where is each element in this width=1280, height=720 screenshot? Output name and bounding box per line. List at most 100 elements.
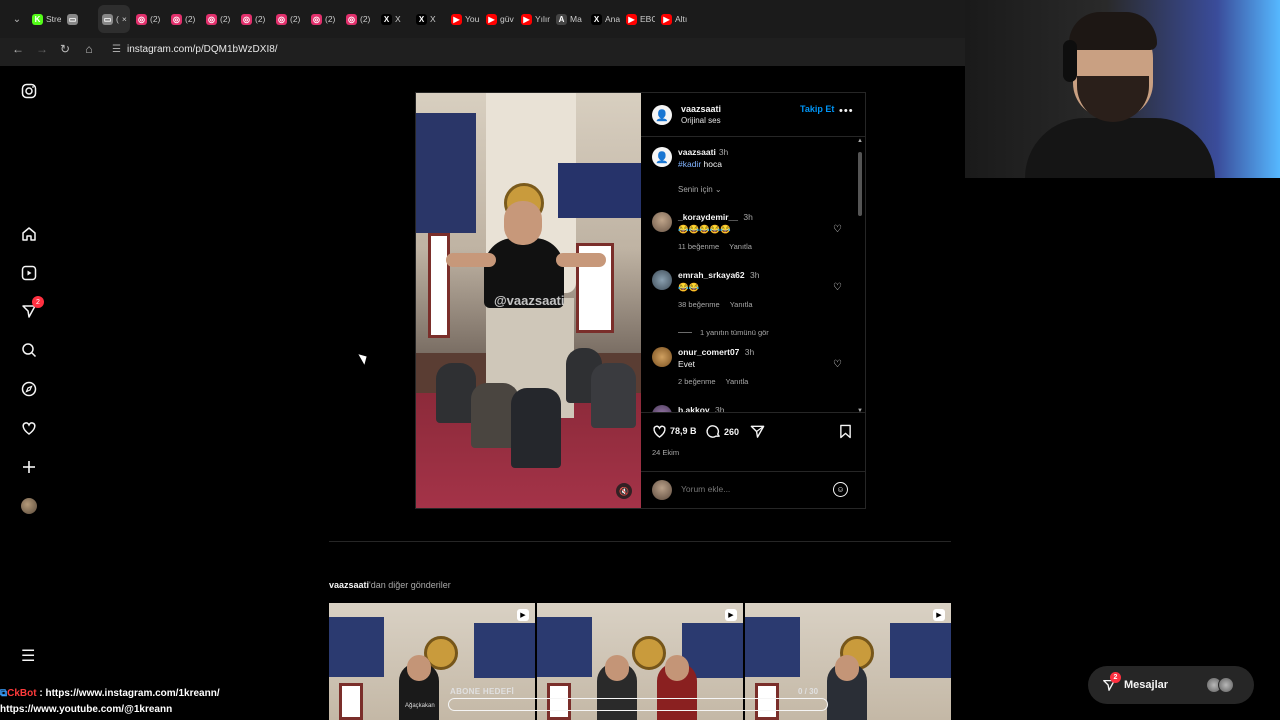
commenter-username[interactable]: b.akkoy 3h xyxy=(678,405,725,412)
browser-tab[interactable]: ▶ You xyxy=(447,5,480,33)
comment-like-icon[interactable]: ♡ xyxy=(833,282,842,293)
messages-nav-icon[interactable]: 2 xyxy=(20,296,44,320)
more-options-icon[interactable]: ••• xyxy=(839,105,854,117)
comment-like-icon[interactable]: ♡ xyxy=(833,224,842,235)
browser-tab[interactable]: K Stre xyxy=(28,5,61,33)
commenter-avatar[interactable] xyxy=(652,347,672,367)
close-tab-icon[interactable]: × xyxy=(122,14,127,24)
browser-tab[interactable]: XX xyxy=(377,5,410,33)
messages-button[interactable]: 2 Mesajlar xyxy=(1088,666,1254,704)
browser-tab[interactable]: ◎ (2) xyxy=(132,5,165,33)
video-watermark: @vaazsaati xyxy=(494,293,565,308)
save-button[interactable] xyxy=(839,424,852,439)
browser-tab[interactable]: ▶ Yılın xyxy=(517,5,550,33)
instagram-icon: ◎ xyxy=(241,13,252,25)
search-icon[interactable] xyxy=(20,341,38,359)
commenter-username[interactable]: _koraydemir__ 3h xyxy=(678,212,753,222)
reel-icon: ▶ xyxy=(933,609,945,621)
follow-button[interactable]: Takip Et xyxy=(800,104,834,114)
instagram-sidebar: 2 xyxy=(0,66,60,720)
comments-list[interactable]: 👤 vaazsaati 3h #kadir hoca Senin için ⌄ _… xyxy=(641,138,865,413)
comments-scrollbar[interactable]: ▲ ▼ xyxy=(857,138,863,412)
browser-tab[interactable]: ▶ güv xyxy=(482,5,515,33)
commenter-username[interactable]: onur_comert07 3h xyxy=(678,347,754,357)
reel-icon: ▶ xyxy=(517,609,529,621)
audio-label[interactable]: Orijinal ses xyxy=(681,116,721,125)
browser-tab-label: (2) xyxy=(150,14,161,24)
comment-sort-dropdown[interactable]: Senin için ⌄ xyxy=(678,185,722,194)
browser-tab[interactable]: A Ma xyxy=(552,5,585,33)
browser-tab[interactable]: X Ana xyxy=(587,5,620,33)
browser-tab-label: (2) xyxy=(325,14,336,24)
browser-tab[interactable]: ▶ EBC xyxy=(622,5,655,33)
post-date[interactable]: 24 Ekim xyxy=(652,448,679,457)
commenter-avatar[interactable] xyxy=(652,405,672,412)
more-posts-username[interactable]: vaazsaati xyxy=(329,580,369,590)
instagram-logo-icon[interactable] xyxy=(20,82,38,100)
comment-likes[interactable]: 11 beğenme xyxy=(678,242,719,251)
reply-button[interactable]: Yanıtla xyxy=(726,377,749,386)
a-icon: A xyxy=(556,13,567,25)
forward-icon[interactable]: → xyxy=(36,42,48,56)
browser-tab-label: ( xyxy=(116,14,119,24)
back-icon[interactable]: ← xyxy=(12,42,24,56)
congregant xyxy=(591,363,636,428)
view-replies-link[interactable]: 1 yanıtın tümünü gör xyxy=(678,328,769,337)
author-avatar[interactable]: 👤 xyxy=(652,105,672,125)
comment-likes[interactable]: 38 beğenme xyxy=(678,300,720,309)
browser-tab-label: EBC xyxy=(640,14,655,24)
reply-button[interactable]: Yanıtla xyxy=(730,300,753,309)
browser-tab[interactable]: ◎ (2) xyxy=(237,5,270,33)
tab-search-button[interactable]: ⌄ xyxy=(6,8,28,30)
browser-tab[interactable]: ◎ (2) xyxy=(342,5,375,33)
comment-likes[interactable]: 2 beğenme xyxy=(678,377,716,386)
home-nav-icon[interactable] xyxy=(20,225,38,243)
reply-button[interactable]: Yanıtla xyxy=(729,242,752,251)
browser-tab[interactable]: ◎ (2) xyxy=(202,5,235,33)
scroll-up-arrow[interactable]: ▲ xyxy=(857,138,863,144)
comment-button[interactable]: 260 xyxy=(706,424,739,439)
profile-avatar[interactable] xyxy=(20,497,38,515)
browser-tab[interactable]: ▶ Altı xyxy=(657,5,690,33)
create-plus-icon[interactable] xyxy=(20,458,38,476)
caption-avatar[interactable]: 👤 xyxy=(652,147,672,167)
post-video[interactable]: @vaazsaati 🔇 xyxy=(416,93,641,508)
browser-tab[interactable]: XX xyxy=(412,5,445,33)
webcam-body xyxy=(1025,118,1215,178)
url-field[interactable]: ☰ instagram.com/p/DQM1bWzDXI8/ xyxy=(112,44,278,55)
instagram-icon: ◎ xyxy=(171,13,182,25)
commenter-username[interactable]: emrah_srkaya62 3h xyxy=(678,270,759,280)
reel-icon: ▶ xyxy=(725,609,737,621)
browser-tab[interactable]: ◎ (2) xyxy=(307,5,340,33)
browser-tab[interactable]: ◎ (2) xyxy=(167,5,200,33)
reels-icon[interactable] xyxy=(20,264,38,282)
caption-text: #kadir hoca xyxy=(678,159,722,169)
share-button[interactable] xyxy=(750,424,765,439)
site-info-icon[interactable]: ☰ xyxy=(112,44,121,55)
browser-tab[interactable]: ◎ (2) xyxy=(272,5,305,33)
browser-tab[interactable]: ▭(× xyxy=(98,5,130,33)
heart-icon xyxy=(653,425,666,438)
scroll-thumb[interactable] xyxy=(858,152,862,216)
like-button[interactable]: 78,9 B xyxy=(652,424,697,438)
commenter-avatar[interactable] xyxy=(652,212,672,232)
explore-icon[interactable] xyxy=(20,380,38,398)
heart-nav-icon[interactable] xyxy=(20,419,38,437)
comment-input[interactable] xyxy=(681,484,821,494)
author-username[interactable]: vaazsaati xyxy=(681,104,721,114)
message-avatars xyxy=(1206,677,1234,693)
home-icon[interactable]: ⌂ xyxy=(84,42,94,56)
mute-icon[interactable]: 🔇 xyxy=(616,483,632,499)
browser-tab[interactable]: ▭ xyxy=(63,5,96,33)
emoji-icon[interactable]: ☺ xyxy=(833,482,848,497)
more-menu-icon[interactable]: ☰ xyxy=(21,646,35,666)
speaker-head xyxy=(504,201,542,245)
comment-like-icon[interactable]: ♡ xyxy=(833,359,842,370)
caption-username[interactable]: vaazsaati 3h xyxy=(678,147,728,157)
hashtag-link[interactable]: #kadir xyxy=(678,159,701,169)
reload-icon[interactable]: ↻ xyxy=(60,42,70,56)
comment-item: _koraydemir__ 3h 😂😂😂😂😂 11 beğenme Yanıtla… xyxy=(641,212,851,262)
commenter-avatar[interactable] xyxy=(652,270,672,290)
instagram-icon: ◎ xyxy=(206,13,217,25)
browser-chrome: ⌄ K Stre ▭ ▭(× ◎ (2) ◎ (2) ◎ (2) ◎ (2) ◎ (2) ◎ (2) ◎ (2) X… xyxy=(0,0,965,66)
